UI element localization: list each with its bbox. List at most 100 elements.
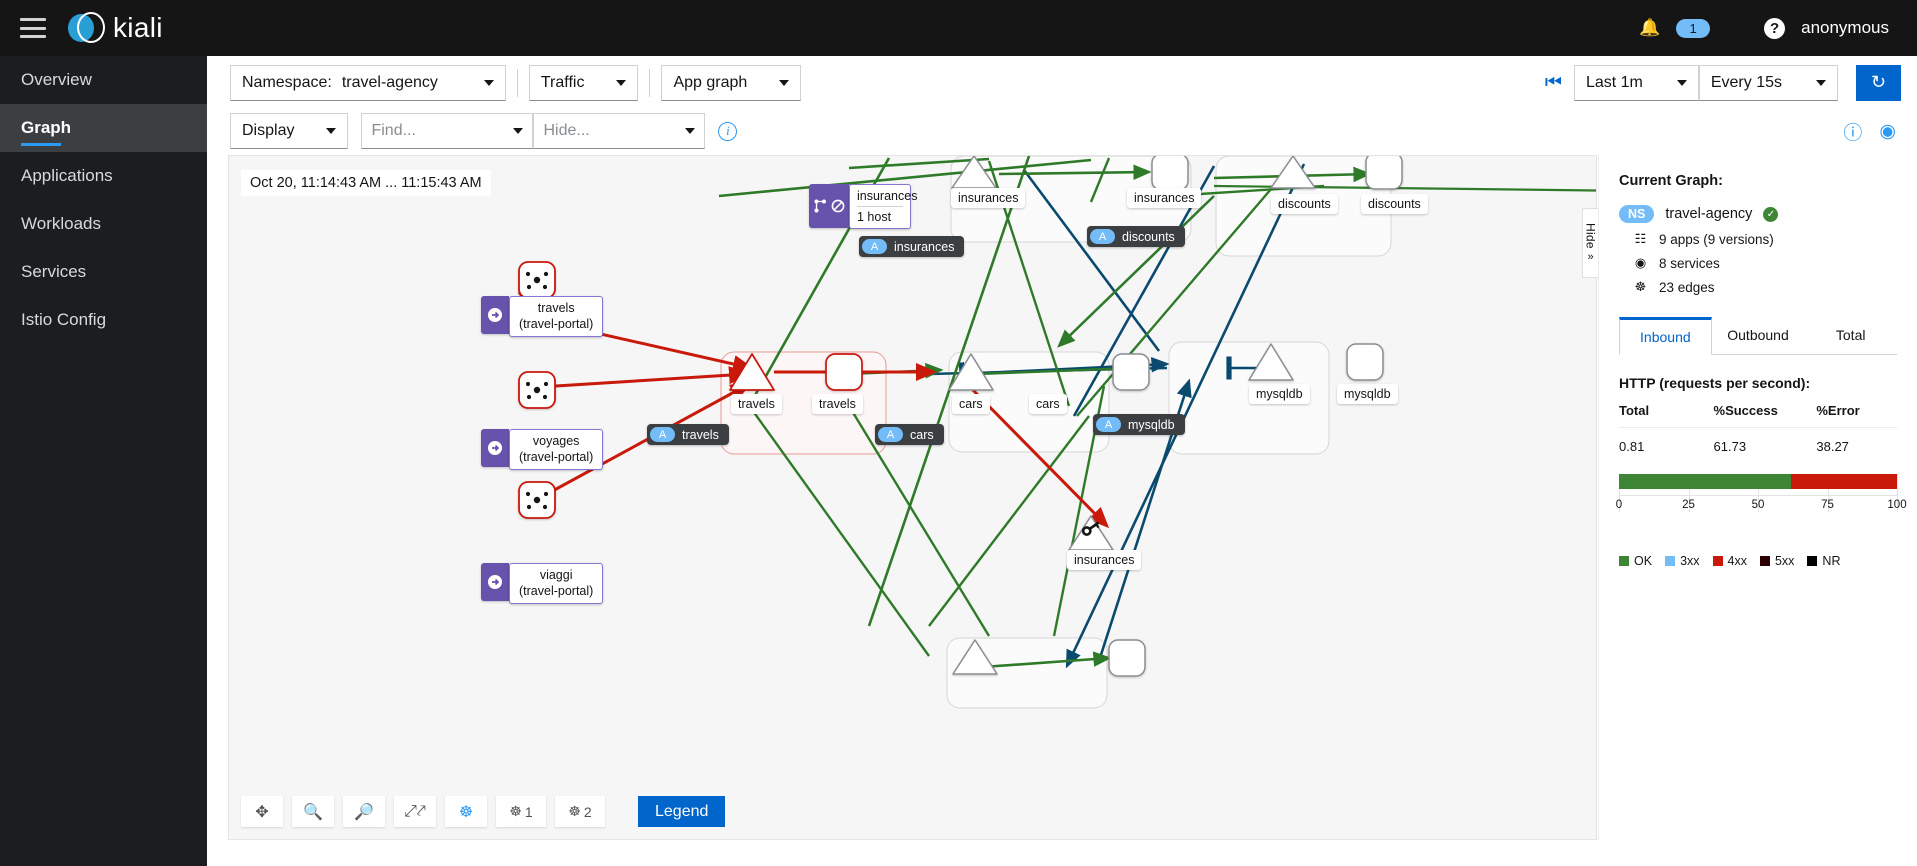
node-label-voyages-portal[interactable]: voyages (travel-portal) xyxy=(509,429,604,471)
sidebar-item-graph[interactable]: Graph xyxy=(0,104,207,152)
legend-item-ok: OK xyxy=(1619,554,1652,568)
legend-label: 4xx xyxy=(1727,554,1747,568)
graph-type-label: App graph xyxy=(673,73,748,91)
zoom-in-button[interactable]: 🔍 xyxy=(292,796,334,827)
sidebar-item-istio-config[interactable]: Istio Config xyxy=(0,296,207,344)
notification-badge[interactable]: 1 xyxy=(1676,18,1711,38)
group-badge-insurances[interactable]: A insurances xyxy=(859,236,965,257)
toolbar-divider xyxy=(516,68,518,97)
stat-edges-text: 23 edges xyxy=(1659,279,1715,295)
graph-topology xyxy=(517,156,1596,709)
move-icon: ✥ xyxy=(255,803,269,821)
edges-icon: ☸ xyxy=(1634,279,1647,294)
find-input[interactable]: Find... xyxy=(361,113,534,149)
brand-name: kiali xyxy=(113,12,163,43)
node-label-line1: viaggi xyxy=(539,568,573,582)
hide-panel-label: Hide xyxy=(1583,223,1598,249)
display-settings-icon[interactable]: ◉ xyxy=(1879,120,1896,143)
tab-inbound[interactable]: Inbound xyxy=(1619,317,1712,355)
cell-error: 38.27 xyxy=(1816,439,1849,454)
history-icon[interactable]: ⏮ xyxy=(1545,72,1562,94)
graph-tools-toolbar: ✥ 🔍 🔎 ⤢⤤ ☸ ☸ 1 ☸ 2 Legend xyxy=(241,796,726,827)
node-label-travels-svc[interactable]: travels xyxy=(731,394,782,414)
bell-icon[interactable]: 🔔 xyxy=(1639,18,1660,38)
axis-tick-label: 25 xyxy=(1682,499,1695,511)
question-circle-icon[interactable]: ? xyxy=(1764,17,1786,39)
node-label-mysqldb-app[interactable]: mysqldb xyxy=(1337,384,1398,404)
sync-icon: ↻ xyxy=(1870,72,1887,92)
traffic-selector[interactable]: Traffic xyxy=(528,64,639,101)
legend-item-3xx: 3xx xyxy=(1665,554,1700,568)
legend-swatch xyxy=(1807,556,1818,566)
group-badge-travels[interactable]: A travels xyxy=(647,424,729,445)
tab-total[interactable]: Total xyxy=(1804,317,1897,354)
hide-placeholder: Hide... xyxy=(543,122,590,139)
node-label-insurances-vs[interactable]: insurances 1 host xyxy=(849,184,918,229)
info-circle-icon[interactable]: i xyxy=(718,121,738,141)
brand-logo[interactable]: kiali xyxy=(68,11,163,45)
service-entry-badge xyxy=(481,429,509,467)
legend-button[interactable]: Legend xyxy=(638,796,726,827)
node-label-insurances-app[interactable]: insurances xyxy=(1127,188,1202,208)
table-row: 0.81 61.73 38.27 xyxy=(1619,428,1897,454)
chevron-down-icon[interactable] xyxy=(513,128,524,134)
chevron-down-icon xyxy=(616,79,627,86)
display-menu-button[interactable]: Display xyxy=(230,113,349,149)
zoom-out-button[interactable]: 🔎 xyxy=(343,796,385,827)
layout-1-label: 1 xyxy=(524,803,533,820)
group-badge-cars[interactable]: A cars xyxy=(875,424,944,445)
node-label-cars-svc[interactable]: cars xyxy=(952,394,990,414)
virtual-service-badge xyxy=(809,184,849,228)
sidebar-item-services[interactable]: Services xyxy=(0,248,207,296)
layout-1-button[interactable]: ☸ 1 xyxy=(496,796,546,827)
sidebar-item-overview[interactable]: Overview xyxy=(0,56,207,104)
node-label-viaggi-portal[interactable]: viaggi (travel-portal) xyxy=(509,563,604,605)
axis-tick-label: 0 xyxy=(1615,499,1623,511)
display-label: Display xyxy=(242,122,295,139)
node-label-travels-portal[interactable]: travels (travel-portal) xyxy=(509,296,604,338)
group-badge-discounts[interactable]: A discounts xyxy=(1087,226,1185,247)
namespace-selector[interactable]: Namespace: travel-agency xyxy=(230,64,506,101)
drag-pan-button[interactable]: ✥ xyxy=(241,796,283,827)
double-chevron-right-icon: » xyxy=(1587,250,1594,263)
legend-swatch xyxy=(1712,556,1723,566)
hide-panel-toggle[interactable]: Hide » xyxy=(1582,208,1598,278)
graph-type-selector[interactable]: App graph xyxy=(661,64,802,101)
metrics-table: Total %Success %Error 0.81 61.73 38.27 xyxy=(1619,403,1897,454)
sidebar-item-workloads[interactable]: Workloads xyxy=(0,200,207,248)
cell-total: 0.81 xyxy=(1619,439,1645,454)
node-label-insurances-svc[interactable]: insurances xyxy=(951,188,1026,208)
masthead-actions: 🔔 1 ? anonymous xyxy=(1639,17,1917,39)
group-badge-mysqldb[interactable]: A mysqldb xyxy=(1093,414,1185,435)
arrow-right-circle-icon xyxy=(488,575,502,589)
sidebar-item-applications[interactable]: Applications xyxy=(0,152,207,200)
namespace-name[interactable]: travel-agency xyxy=(1665,206,1752,222)
refresh-interval-selector[interactable]: Every 15s xyxy=(1698,64,1838,101)
time-range-selector[interactable]: Last 1m xyxy=(1573,64,1699,101)
graph-toolbar-secondary: Display Find... Hide... i ⓘ ◉ xyxy=(207,109,1917,153)
node-label-travels-app[interactable]: travels xyxy=(812,394,863,414)
group-badge-label: discounts xyxy=(1122,229,1175,244)
user-menu[interactable]: anonymous xyxy=(1801,18,1889,38)
fit-to-screen-button[interactable]: ⤢⤤ xyxy=(394,796,436,827)
hide-input[interactable]: Hide... xyxy=(533,113,706,149)
node-label-discounts-svc[interactable]: discounts xyxy=(1271,194,1338,214)
node-label-mysqldb-svc[interactable]: mysqldb xyxy=(1249,384,1310,404)
table-header-row: Total %Success %Error xyxy=(1619,403,1897,428)
refresh-button[interactable]: ↻ xyxy=(1856,64,1901,101)
node-label-cars-app[interactable]: cars xyxy=(1029,394,1067,414)
node-label-insurances-key[interactable]: insurances xyxy=(1067,550,1142,570)
node-label-discounts-app[interactable]: discounts xyxy=(1361,194,1428,214)
graph-canvas[interactable]: Oct 20, 11:14:43 AM ... 11:15:43 AM trav… xyxy=(228,155,1597,840)
tab-outbound[interactable]: Outbound xyxy=(1712,317,1805,354)
layout-2-button[interactable]: ☸ 2 xyxy=(555,796,605,827)
node-label-name: insurances xyxy=(857,189,918,203)
layout-default-button[interactable]: ☸ xyxy=(445,796,487,827)
chevron-down-icon[interactable] xyxy=(685,128,696,134)
service-entry-badge xyxy=(481,563,509,601)
metrics-title: HTTP (requests per second): xyxy=(1619,375,1811,391)
services-icon: ◉ xyxy=(1634,255,1647,270)
hamburger-icon[interactable] xyxy=(20,18,46,38)
axis-tick-label: 100 xyxy=(1887,499,1907,511)
question-circle-icon[interactable]: ⓘ xyxy=(1843,118,1862,145)
